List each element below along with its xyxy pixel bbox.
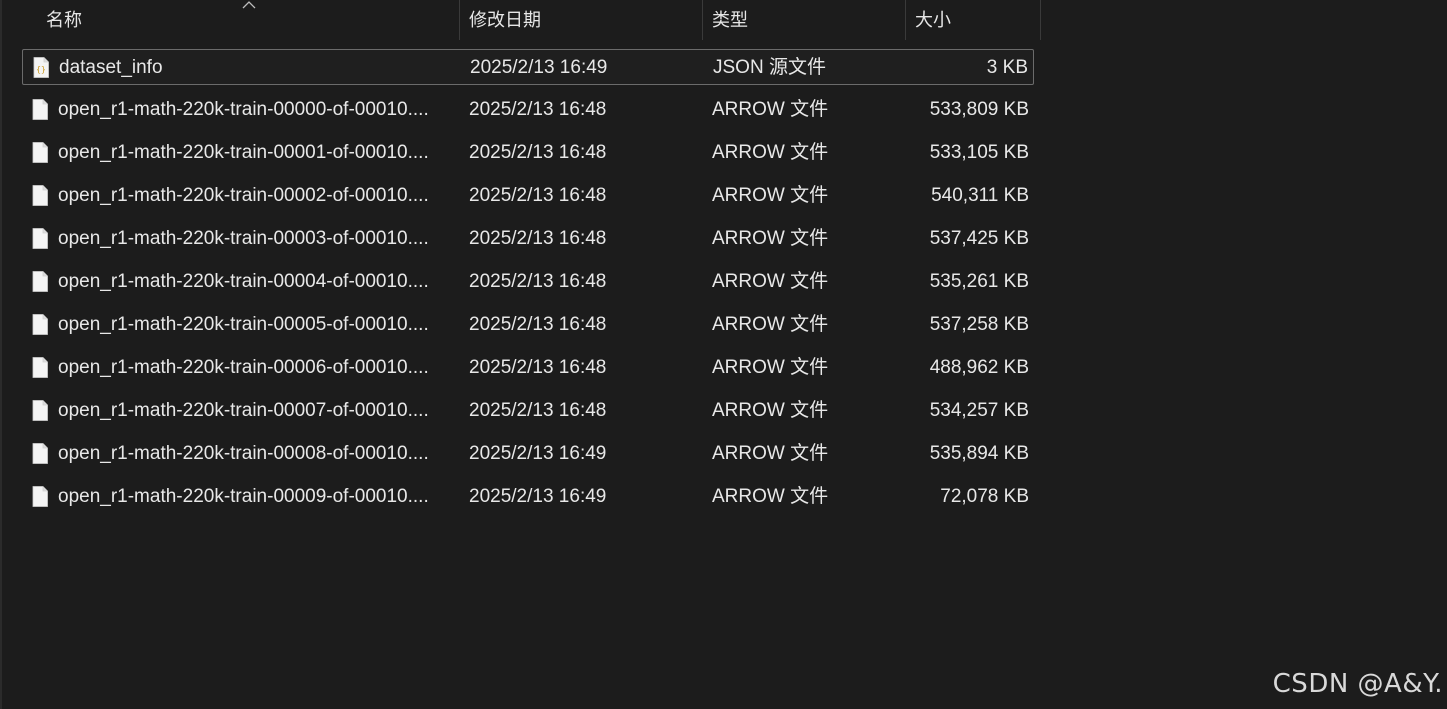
watermark: CSDN @A&Y. (1272, 669, 1443, 699)
column-header-bar: 名称 修改日期 类型 大小 (0, 0, 1042, 40)
file-type: JSON 源文件 (713, 57, 826, 78)
column-header-type[interactable]: 类型 (703, 0, 905, 40)
file-size: 534,257 KB (929, 400, 1029, 421)
file-icon (32, 400, 48, 421)
file-row[interactable]: open_r1-math-220k-train-00001-of-00010..… (22, 135, 1034, 171)
file-name: open_r1-math-220k-train-00009-of-00010..… (58, 486, 429, 507)
file-name: open_r1-math-220k-train-00003-of-00010..… (58, 228, 429, 249)
file-name: open_r1-math-220k-train-00006-of-00010..… (58, 357, 429, 378)
column-header-date-label: 修改日期 (469, 10, 541, 30)
file-date-modified: 2025/2/13 16:48 (469, 185, 607, 206)
file-date-modified: 2025/2/13 16:48 (469, 142, 607, 163)
file-size: 540,311 KB (931, 185, 1029, 206)
file-name: dataset_info (59, 57, 163, 78)
file-date-modified: 2025/2/13 16:49 (469, 443, 607, 464)
column-header-type-label: 类型 (712, 10, 748, 30)
file-date-modified: 2025/2/13 16:48 (469, 99, 607, 120)
window-left-edge (0, 0, 2, 709)
file-row[interactable]: open_r1-math-220k-train-00006-of-00010..… (22, 350, 1034, 386)
file-icon (32, 99, 48, 120)
file-type: ARROW 文件 (712, 228, 829, 249)
file-size: 72,078 KB (940, 486, 1029, 507)
file-date-modified: 2025/2/13 16:49 (469, 486, 607, 507)
file-row[interactable]: open_r1-math-220k-train-00003-of-00010..… (22, 221, 1034, 257)
column-header-name-label: 名称 (46, 10, 82, 30)
column-divider[interactable] (1040, 0, 1041, 40)
file-size: 488,962 KB (929, 357, 1029, 378)
svg-text:{}: {} (36, 65, 46, 74)
file-name: open_r1-math-220k-train-00002-of-00010..… (58, 185, 429, 206)
file-row[interactable]: open_r1-math-220k-train-00008-of-00010..… (22, 436, 1034, 472)
file-date-modified: 2025/2/13 16:48 (469, 357, 607, 378)
file-size: 537,258 KB (929, 314, 1029, 335)
file-icon (32, 271, 48, 292)
file-size: 535,894 KB (929, 443, 1029, 464)
file-size: 3 KB (986, 57, 1028, 78)
file-type: ARROW 文件 (712, 271, 829, 292)
file-name: open_r1-math-220k-train-00008-of-00010..… (58, 443, 429, 464)
column-header-date-modified[interactable]: 修改日期 (460, 0, 702, 40)
file-row[interactable]: open_r1-math-220k-train-00004-of-00010..… (22, 264, 1034, 300)
file-name: open_r1-math-220k-train-00001-of-00010..… (58, 142, 429, 163)
json-file-icon: {} (33, 57, 49, 78)
file-row[interactable]: {} dataset_info 2025/2/13 16:49 JSON 源文件… (22, 49, 1034, 85)
file-row[interactable]: open_r1-math-220k-train-00007-of-00010..… (22, 393, 1034, 429)
file-icon (32, 486, 48, 507)
file-name: open_r1-math-220k-train-00005-of-00010..… (58, 314, 429, 335)
file-date-modified: 2025/2/13 16:49 (470, 57, 608, 78)
file-row[interactable]: open_r1-math-220k-train-00002-of-00010..… (22, 178, 1034, 214)
column-header-size[interactable]: 大小 (906, 0, 1040, 40)
file-type: ARROW 文件 (712, 443, 829, 464)
file-type: ARROW 文件 (712, 142, 829, 163)
column-header-name[interactable]: 名称 (0, 0, 459, 40)
file-explorer-window: 名称 修改日期 类型 大小 {} dataset_info 2025/2/13 … (0, 0, 1447, 709)
file-icon (32, 443, 48, 464)
sort-ascending-icon (242, 1, 256, 9)
file-type: ARROW 文件 (712, 357, 829, 378)
file-row[interactable]: open_r1-math-220k-train-00009-of-00010..… (22, 479, 1034, 515)
file-name: open_r1-math-220k-train-00007-of-00010..… (58, 400, 429, 421)
file-date-modified: 2025/2/13 16:48 (469, 400, 607, 421)
file-name: open_r1-math-220k-train-00004-of-00010..… (58, 271, 429, 292)
file-type: ARROW 文件 (712, 486, 829, 507)
file-size: 535,261 KB (929, 271, 1029, 292)
file-type: ARROW 文件 (712, 185, 829, 206)
file-name: open_r1-math-220k-train-00000-of-00010..… (58, 99, 429, 120)
file-type: ARROW 文件 (712, 314, 829, 335)
file-row[interactable]: open_r1-math-220k-train-00000-of-00010..… (22, 92, 1034, 128)
file-row[interactable]: open_r1-math-220k-train-00005-of-00010..… (22, 307, 1034, 343)
file-icon (32, 314, 48, 335)
file-size: 537,425 KB (929, 228, 1029, 249)
file-size: 533,105 KB (929, 142, 1029, 163)
file-date-modified: 2025/2/13 16:48 (469, 228, 607, 249)
column-header-size-label: 大小 (915, 10, 951, 30)
file-size: 533,809 KB (929, 99, 1029, 120)
file-type: ARROW 文件 (712, 99, 829, 120)
file-icon (32, 228, 48, 249)
file-icon (32, 142, 48, 163)
file-date-modified: 2025/2/13 16:48 (469, 271, 607, 292)
file-icon (32, 185, 48, 206)
file-date-modified: 2025/2/13 16:48 (469, 314, 607, 335)
file-icon (32, 357, 48, 378)
file-type: ARROW 文件 (712, 400, 829, 421)
